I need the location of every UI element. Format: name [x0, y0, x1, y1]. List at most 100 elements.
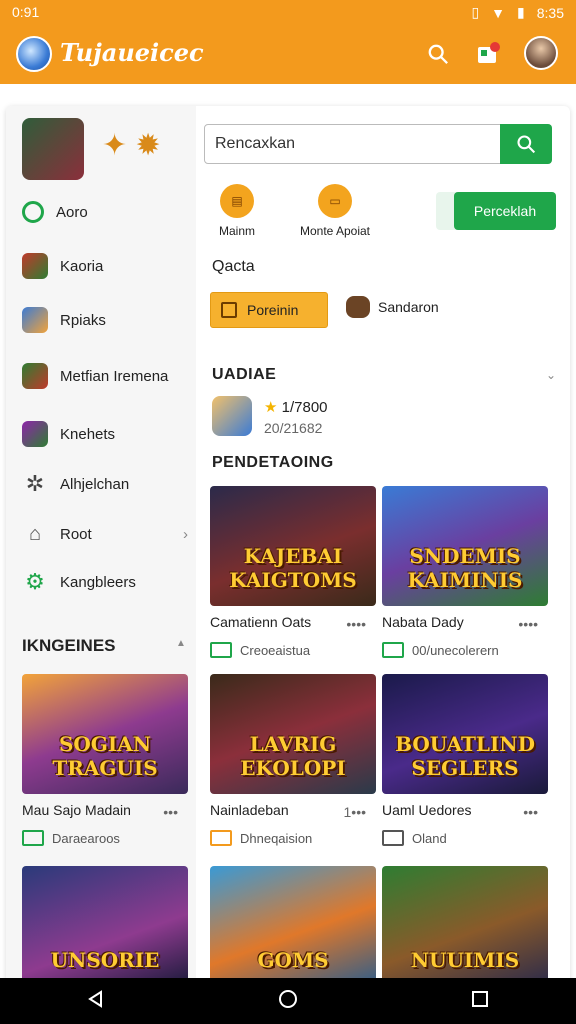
cart-icon[interactable] — [474, 40, 502, 68]
more-icon[interactable]: ••• — [523, 804, 538, 820]
filter-label-text: Poreinin — [247, 302, 299, 318]
sidebar-item-knehets[interactable]: Knehets — [6, 414, 196, 454]
back-icon[interactable] — [87, 989, 105, 1013]
game-card[interactable]: GOMS — [210, 866, 376, 986]
status-icons: ▯ ▼ ▮ 8:35 — [471, 4, 564, 21]
app-logo[interactable] — [16, 36, 52, 72]
content-card: ✦ ✹ Aoro Kaoria Rpiaks Metfian Iremena K… — [6, 106, 570, 986]
game-sub: Creoeaistua — [210, 642, 376, 658]
update-count: ★ 1/7800 — [264, 399, 328, 416]
chevron-up-icon[interactable]: ▲ — [176, 638, 186, 649]
game-thumbnail[interactable]: SNDEMIS KAIMINIS — [382, 486, 548, 606]
leaf-icon — [22, 201, 44, 223]
battery-icon: ▮ — [517, 4, 525, 20]
game-card[interactable]: NUUIMIS — [382, 866, 548, 986]
app-bar: Tujaueicec — [0, 24, 576, 84]
sidebar-item-label: Rpiaks — [60, 311, 106, 329]
sidebar-item-label: Root — [60, 525, 92, 543]
search-icon[interactable] — [424, 40, 452, 68]
sidebar-item-metfian[interactable]: Metfian Iremena — [6, 356, 196, 396]
sidebar-item-label: Kangbleers — [60, 573, 136, 591]
vibrate-icon: ▯ — [471, 4, 480, 20]
sidebar-item-aoro[interactable]: Aoro — [6, 192, 196, 232]
quick-action-label: Monte Apoiat — [299, 224, 371, 238]
gear-icon: ⚙ — [25, 569, 45, 594]
game-thumbnail[interactable]: UNSORIE — [22, 866, 188, 986]
bag-icon — [346, 296, 370, 318]
quick-action-mainm[interactable]: ▤ Mainm — [192, 184, 282, 238]
quick-action-monte[interactable]: ▭ Monte Apoiat — [290, 184, 380, 238]
update-game-icon[interactable] — [212, 396, 252, 436]
status-right-time: 8:35 — [536, 4, 564, 21]
game-icon — [22, 307, 48, 333]
clipboard-icon: ▤ — [220, 184, 254, 218]
sidebar-item-label: Aoro — [56, 203, 88, 221]
game-icon — [22, 253, 48, 279]
game-card[interactable]: SOGIAN TRAGUIS Mau Sajo Madain ••• Darae… — [22, 674, 188, 846]
sparkle-icon: ✦ ✹ — [102, 129, 161, 162]
search-input[interactable]: Rencaxkan — [204, 124, 502, 164]
game-card[interactable]: LAVRIG EKOLOPI Nainladeban 1••• Dhneqais… — [210, 674, 376, 846]
more-icon[interactable]: 1••• — [344, 804, 367, 820]
tag-icon — [382, 642, 404, 658]
more-icon[interactable]: ••• — [163, 804, 178, 820]
sidebar-item-kangbleers[interactable]: ⚙ Kangbleers — [6, 562, 196, 602]
more-icon[interactable]: •••• — [346, 616, 366, 632]
filter-label-text: Sandaron — [378, 299, 439, 315]
sidebar-item-rpiaks[interactable]: Rpiaks — [6, 300, 196, 340]
game-sub: Oland — [382, 830, 548, 846]
game-icon — [22, 363, 48, 389]
star-icon: ★ — [264, 399, 278, 416]
status-time: 0:91 — [12, 4, 40, 20]
system-nav-bar — [0, 978, 576, 1024]
search-button[interactable] — [500, 124, 552, 164]
filter-poreinin[interactable]: Poreinin — [210, 292, 328, 328]
update-detail: 20/21682 — [264, 420, 323, 436]
more-icon[interactable]: •••• — [518, 616, 538, 632]
action-button[interactable]: Perceklah — [454, 192, 556, 230]
game-card[interactable]: BOUATLIND SEGLERS Uaml Uedores ••• Oland — [382, 674, 548, 846]
game-icon — [22, 421, 48, 447]
tag-icon — [210, 642, 232, 658]
app-root: 0:91 ▯ ▼ ▮ 8:35 Tujaueicec ✦ ✹ Aoro Kaor… — [0, 0, 576, 1024]
quick-action-label: Mainm — [218, 224, 255, 238]
tag-icon — [382, 830, 404, 846]
game-card[interactable]: UNSORIE — [22, 866, 188, 986]
tag-icon — [22, 830, 44, 846]
game-sub: 00/unecolerern — [382, 642, 548, 658]
sidebar-item-label: Knehets — [60, 425, 116, 443]
featured-game-icon[interactable] — [22, 118, 84, 180]
game-thumbnail[interactable]: SOGIAN TRAGUIS — [22, 674, 188, 794]
pending-title: PENDETAOING — [212, 454, 334, 471]
section-title: IKNGEINES — [22, 636, 116, 655]
avatar[interactable] — [524, 36, 558, 70]
tag-icon — [210, 830, 232, 846]
sidebar-item-label: Alhjelchan — [60, 475, 130, 493]
game-card[interactable]: SNDEMIS KAIMINIS Nabata Dady •••• 00/une… — [382, 486, 548, 658]
square-icon — [221, 302, 237, 318]
home-button-icon[interactable] — [278, 989, 298, 1014]
wifi-icon: ▼ — [491, 4, 506, 21]
game-thumbnail[interactable]: NUUIMIS — [382, 866, 548, 986]
chevron-down-icon[interactable]: ⌄ — [546, 368, 556, 382]
sidebar-item-alhjelchan[interactable]: ✲ Alhjelchan — [6, 464, 196, 504]
game-card[interactable]: KAJEBAI KAIGTOMS Camatienn Oats •••• Cre… — [210, 486, 376, 658]
recents-icon[interactable] — [471, 990, 489, 1013]
filter-sandaron[interactable]: Sandaron — [346, 296, 439, 318]
search-icon — [517, 135, 536, 154]
sidebar-item-label: Kaoria — [60, 257, 104, 275]
app-title: Tujaueicec — [60, 38, 204, 67]
sidebar-item-root[interactable]: ⌂ Root › — [6, 514, 196, 554]
game-thumbnail[interactable]: GOMS — [210, 866, 376, 986]
status-bar: 0:91 ▯ ▼ ▮ 8:35 — [0, 0, 576, 24]
sidebar-item-kaoria[interactable]: Kaoria — [6, 246, 196, 286]
filter-label: Qacta — [212, 258, 255, 275]
game-thumbnail[interactable]: BOUATLIND SEGLERS — [382, 674, 548, 794]
sidebar-item-label: Metfian Iremena — [60, 367, 169, 385]
sidebar: ✦ ✹ Aoro Kaoria Rpiaks Metfian Iremena K… — [6, 106, 196, 986]
puzzle-icon: ✲ — [25, 471, 45, 496]
home-icon: ⌂ — [28, 523, 42, 545]
box-icon: ▭ — [318, 184, 352, 218]
game-thumbnail[interactable]: LAVRIG EKOLOPI — [210, 674, 376, 794]
game-thumbnail[interactable]: KAJEBAI KAIGTOMS — [210, 486, 376, 606]
